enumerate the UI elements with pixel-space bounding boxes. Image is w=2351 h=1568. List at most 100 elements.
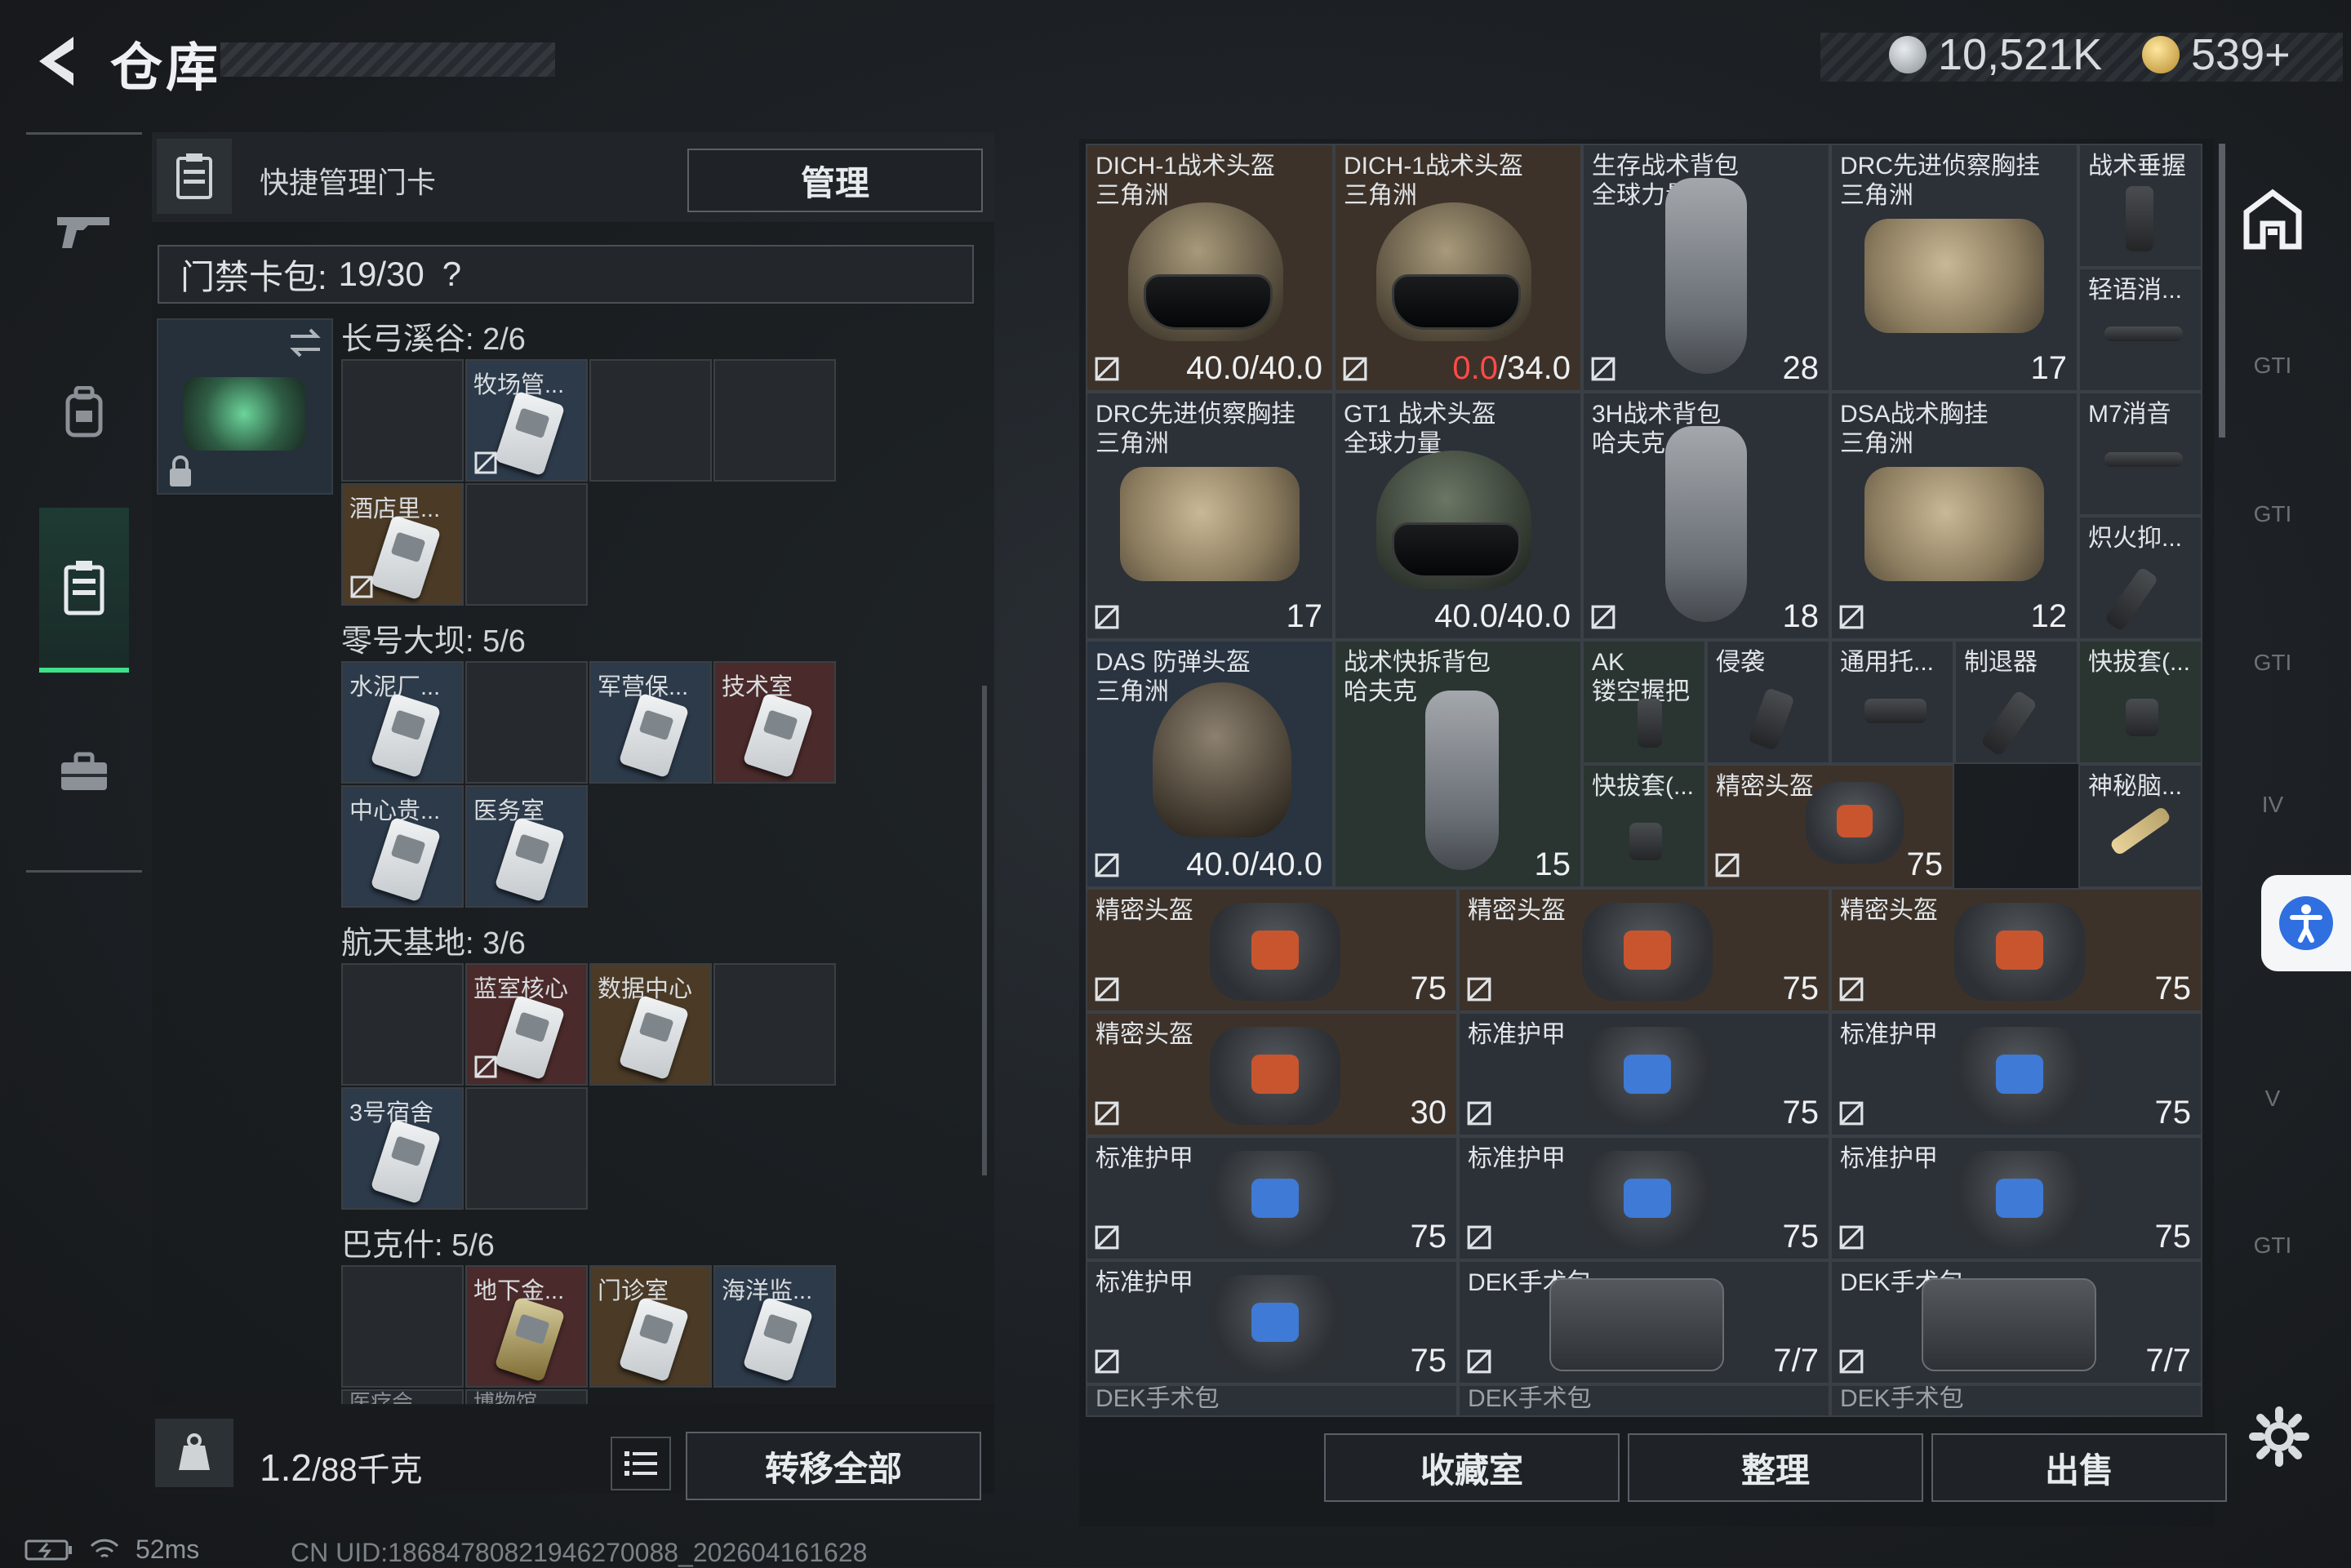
settings-button[interactable]: [2247, 1404, 2312, 1469]
inventory-item[interactable]: 标准护甲 75: [1458, 1012, 1830, 1136]
keycard-slot[interactable]: 技术室: [713, 661, 836, 784]
inventory-item[interactable]: 炽火抑...: [2078, 516, 2202, 640]
inventory-item[interactable]: DSA战术胸挂 三角洲 12: [1830, 392, 2078, 640]
inventory-item[interactable]: DRC先进侦察胸挂 三角洲 17: [1086, 392, 1334, 640]
keycard-slot[interactable]: 牧场管...: [465, 359, 588, 482]
storage-expansion-tab[interactable]: IV: [2235, 767, 2310, 842]
item-name: 标准护甲: [1840, 1145, 1938, 1172]
inventory-item[interactable]: 快拔套(...: [1582, 764, 1706, 888]
keycard-slot[interactable]: 地下金...: [465, 1265, 588, 1388]
keycard-label: 医疗会: [349, 1390, 414, 1406]
inventory-item[interactable]: DEK手术包 7/7: [1458, 1260, 1830, 1384]
inventory-item[interactable]: DEK手术包: [1830, 1384, 2202, 1417]
keycard-slot[interactable]: 水泥厂...: [341, 661, 464, 784]
keycard-slot[interactable]: 博物馆: [465, 1389, 588, 1406]
storage-expansion-tab[interactable]: GTI: [2235, 477, 2310, 552]
no-trade-icon: [1467, 1349, 1491, 1374]
keycard-slot[interactable]: 医务室: [465, 785, 588, 908]
keycard-slot[interactable]: 3号宿舍: [341, 1087, 464, 1210]
inventory-item[interactable]: DICH-1战术头盔 三角洲 0.0/34.0: [1334, 144, 1582, 392]
inventory-item[interactable]: GT1 战术头盔 全球力量 40.0/40.0: [1334, 392, 1582, 640]
inventory-item[interactable]: DRC先进侦察胸挂 三角洲 17: [1830, 144, 2078, 392]
inventory-item[interactable]: 标准护甲 75: [1830, 1012, 2202, 1136]
keycard-slot[interactable]: [589, 359, 712, 482]
inventory-item[interactable]: 精密头盔 75: [1086, 888, 1458, 1012]
inventory-scrollbar[interactable]: [2219, 144, 2225, 438]
inventory-item[interactable]: 快拔套(...: [2078, 640, 2202, 764]
storage-expansion-tab[interactable]: GTI: [2235, 625, 2310, 700]
keycard-slot[interactable]: [713, 963, 836, 1086]
keycard-slot[interactable]: 蓝室核心: [465, 963, 588, 1086]
keycard-slot[interactable]: [341, 1265, 464, 1388]
keycard-slot[interactable]: [465, 661, 588, 784]
inventory-item[interactable]: 精密头盔 75: [1458, 888, 1830, 1012]
nav-weapon-tab[interactable]: [39, 186, 129, 276]
list-view-button[interactable]: [611, 1437, 671, 1490]
inventory-item[interactable]: DICH-1战术头盔 三角洲 40.0/40.0: [1086, 144, 1334, 392]
muzzle-brake-icon: [1980, 689, 2038, 757]
inventory-item[interactable]: 3H战术背包 哈夫克 18: [1582, 392, 1830, 640]
keycard-slot[interactable]: [341, 963, 464, 1086]
back-icon[interactable]: [24, 29, 90, 94]
transfer-all-button[interactable]: 转移全部: [686, 1432, 981, 1500]
inventory-item[interactable]: 标准护甲 75: [1830, 1136, 2202, 1260]
inventory-item[interactable]: DEK手术包 7/7: [1830, 1260, 2202, 1384]
storage-expansion-tab[interactable]: GTI: [2235, 328, 2310, 403]
help-icon[interactable]: ?: [442, 255, 461, 294]
inventory-item[interactable]: DEK手术包: [1458, 1384, 1830, 1417]
keycard-slot[interactable]: 门诊室: [589, 1265, 712, 1388]
storage-icon: GTI: [2253, 1233, 2292, 1258]
inventory-item[interactable]: 通用托...: [1830, 640, 1954, 764]
weight-text: 1.2/88千克: [260, 1443, 423, 1490]
keycard-slot[interactable]: [341, 359, 464, 482]
no-trade-icon: [474, 451, 497, 474]
sell-button[interactable]: 出售: [1931, 1433, 2227, 1502]
keycard-slot[interactable]: [465, 1087, 588, 1210]
keycard-slot[interactable]: 军营保...: [589, 661, 712, 784]
inventory-item[interactable]: 标准护甲 75: [1458, 1136, 1830, 1260]
storage-expansion-tab[interactable]: V: [2235, 1061, 2310, 1136]
inventory-item[interactable]: 战术垂握: [2078, 144, 2202, 268]
inventory-item[interactable]: DEK手术包: [1086, 1384, 1458, 1417]
inventory-item[interactable]: 标准护甲 75: [1086, 1260, 1458, 1384]
warehouse-tab[interactable]: [2235, 181, 2310, 256]
keycard-scrollbar[interactable]: [982, 686, 987, 1175]
keycard-slot[interactable]: [713, 359, 836, 482]
inventory-item[interactable]: 轻语消...: [2078, 268, 2202, 392]
keycard-capacity[interactable]: 门禁卡包: 19/30 ?: [158, 245, 974, 304]
storage-expansion-tab[interactable]: GTI: [2235, 1208, 2310, 1283]
gold-amount: 539+: [2191, 30, 2291, 79]
inventory-item[interactable]: M7消音: [2078, 392, 2202, 516]
inventory-item[interactable]: 制退器: [1954, 640, 2078, 764]
accessibility-button[interactable]: [2261, 875, 2351, 971]
inventory-item[interactable]: 精密头盔 75: [1706, 764, 1954, 888]
sort-button[interactable]: 整理: [1628, 1433, 1923, 1502]
keycard-slot[interactable]: 医疗会: [341, 1389, 464, 1406]
keycard-slot[interactable]: 中心贵...: [341, 785, 464, 908]
inventory-item[interactable]: 标准护甲 75: [1086, 1136, 1458, 1260]
inventory-item[interactable]: 生存战术背包 全球力量 28: [1582, 144, 1830, 392]
keycard-label: 门诊室: [598, 1278, 669, 1304]
gold-currency[interactable]: 539+: [2142, 29, 2291, 80]
capacity-value: 19/30: [338, 255, 424, 293]
inventory-item[interactable]: DAS 防弹头盔 三角洲 40.0/40.0: [1086, 640, 1334, 888]
nav-equipment-tab[interactable]: [39, 367, 129, 457]
inventory-item[interactable]: 精密头盔 75: [1830, 888, 2202, 1012]
keycard-case-thumbnail[interactable]: [157, 318, 333, 495]
keycard-slot[interactable]: 海洋监...: [713, 1265, 836, 1388]
manage-button[interactable]: 管理: [687, 149, 983, 212]
no-trade-icon: [1467, 1225, 1491, 1250]
inventory-item[interactable]: 精密头盔 30: [1086, 1012, 1458, 1136]
keycard-slot[interactable]: 数据中心: [589, 963, 712, 1086]
nav-keycard-tab[interactable]: [39, 508, 129, 673]
swap-icon[interactable]: [287, 326, 323, 359]
inventory-item[interactable]: 神秘脑...: [2078, 764, 2202, 888]
keycard-icon: [618, 692, 690, 779]
collection-room-button[interactable]: 收藏室: [1324, 1433, 1620, 1502]
keycard-slot[interactable]: 酒店里...: [341, 483, 464, 606]
keycard-slot[interactable]: [465, 483, 588, 606]
inventory-item[interactable]: 战术快拆背包 哈夫克 15: [1334, 640, 1582, 888]
nav-toolbox-tab[interactable]: [39, 726, 129, 816]
inventory-item[interactable]: AK 镂空握把: [1582, 640, 1706, 764]
inventory-item[interactable]: 侵袭: [1706, 640, 1830, 764]
